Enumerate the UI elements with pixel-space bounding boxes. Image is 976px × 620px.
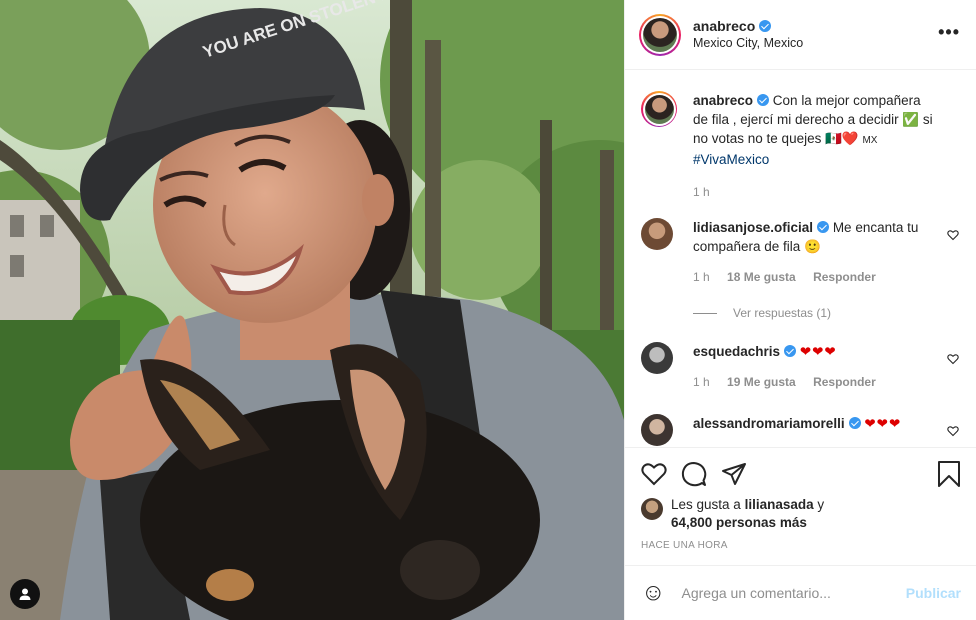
caption-time[interactable]: 1 h (693, 185, 710, 199)
author-avatar-image (643, 17, 677, 52)
comment-icon[interactable] (681, 461, 707, 487)
liker-username[interactable]: lilianasada (745, 497, 814, 512)
comment-avatar[interactable] (641, 218, 673, 250)
verified-icon (817, 221, 830, 233)
liker-avatar[interactable] (641, 498, 663, 520)
comment-username[interactable]: alessandromariamorelli (693, 416, 845, 431)
comments-list[interactable]: anabreco Con la mejor compañera de fila … (625, 71, 976, 447)
like-comment-heart-icon[interactable] (947, 229, 959, 241)
post-header: anabreco Mexico City, Mexico ••• (625, 0, 976, 70)
comment-username[interactable]: esquedachris (693, 344, 780, 359)
comment-item: esquedachris ❤❤❤ 1 h 19 Me gusta Respond… (641, 342, 961, 392)
view-replies-label: Ver respuestas (1) (733, 306, 832, 320)
post-location[interactable]: Mexico City, Mexico (693, 35, 803, 52)
more-icon: ••• (938, 22, 960, 42)
heart-icon[interactable] (641, 462, 667, 486)
comment-time[interactable]: 1 h (693, 375, 710, 389)
flag-text: MX (862, 135, 878, 146)
emoji-icon[interactable]: ☺ (641, 581, 666, 605)
bookmark-icon[interactable] (937, 460, 961, 488)
caption-hashtag[interactable]: #VivaMexico (693, 152, 769, 167)
post-actions: Les gusta a lilianasada y 64,800 persona… (625, 447, 976, 551)
verified-icon (784, 345, 797, 357)
comment-avatar[interactable] (641, 342, 673, 374)
comment-avatar[interactable] (641, 414, 673, 446)
more-options-button[interactable]: ••• (938, 23, 960, 41)
publish-button[interactable]: Publicar (906, 585, 961, 601)
verified-icon (848, 417, 861, 429)
author-username[interactable]: anabreco (693, 18, 755, 34)
comment-username[interactable]: lidiasanjose.oficial (693, 220, 813, 235)
comment-text: ❤❤❤ (864, 416, 902, 431)
view-replies-button[interactable]: Ver respuestas (1) (693, 306, 961, 320)
post-sidebar: anabreco Mexico City, Mexico ••• anabrec… (624, 0, 976, 620)
comment-time[interactable]: 1 h (693, 270, 710, 284)
verified-icon (757, 94, 770, 106)
author-avatar[interactable] (639, 13, 681, 56)
likes-summary[interactable]: Les gusta a lilianasada y 64,800 persona… (641, 496, 961, 532)
user-tag-icon (19, 588, 31, 600)
caption-username[interactable]: anabreco (693, 93, 753, 108)
reply-button[interactable]: Responder (813, 375, 876, 389)
comment-item: alessandromariamorelli ❤❤❤ (641, 414, 961, 446)
caption-avatar[interactable] (641, 91, 677, 127)
likes-connector: y (817, 497, 825, 512)
caption: anabreco Con la mejor compañera de fila … (641, 91, 961, 202)
likes-prefix: Les gusta a (671, 497, 741, 512)
comment-text: ❤❤❤ (799, 344, 837, 359)
share-icon[interactable] (721, 462, 747, 486)
add-comment-bar: ☺ Agrega un comentario... Publicar (625, 565, 976, 620)
comment-item: lidiasanjose.oficial Me encanta tu compa… (641, 218, 961, 287)
like-comment-heart-icon[interactable] (947, 425, 959, 437)
post-image: YOU ARE ON STOLEN LAND (0, 0, 624, 620)
post-timestamp[interactable]: HACE UNA HORA (641, 540, 961, 551)
comment-likes[interactable]: 18 Me gusta (727, 270, 796, 284)
user-tag-button[interactable] (10, 579, 40, 609)
reply-button[interactable]: Responder (813, 270, 876, 284)
comment-input[interactable]: Agrega un comentario... (682, 585, 906, 601)
likes-count[interactable]: 64,800 personas más (671, 515, 807, 530)
caption-avatar-image (644, 94, 674, 124)
verified-icon (759, 19, 772, 32)
view-replies-line (693, 312, 717, 314)
post-photo[interactable]: YOU ARE ON STOLEN LAND (0, 0, 624, 620)
like-comment-heart-icon[interactable] (947, 353, 959, 365)
comment-likes[interactable]: 19 Me gusta (727, 375, 796, 389)
